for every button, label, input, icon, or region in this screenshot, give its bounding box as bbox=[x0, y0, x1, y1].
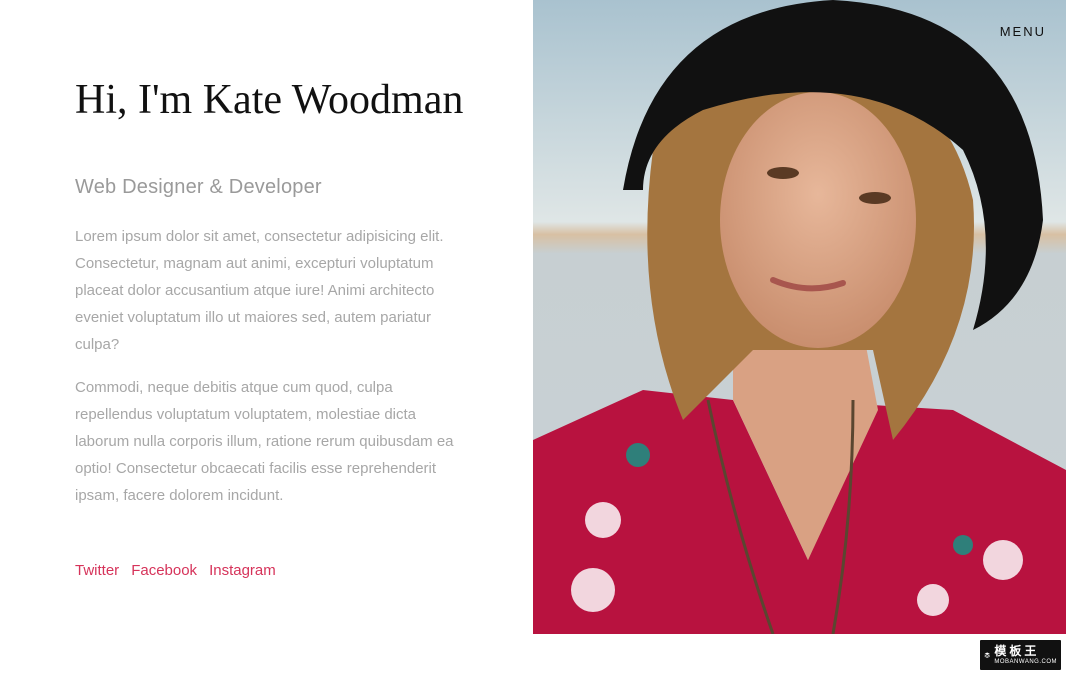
watermark-badge: 模板王 MOBANWANG.COM bbox=[980, 640, 1061, 670]
social-links: Twitter Facebook Instagram bbox=[75, 560, 276, 582]
left-eye bbox=[767, 167, 799, 179]
moban-logo-icon bbox=[984, 652, 990, 658]
right-eye bbox=[859, 192, 891, 204]
instagram-link[interactable]: Instagram bbox=[209, 560, 276, 582]
dress-flower bbox=[917, 584, 949, 616]
dress-flower bbox=[983, 540, 1023, 580]
job-subtitle: Web Designer & Developer bbox=[75, 176, 322, 198]
dress-flower bbox=[571, 568, 615, 612]
dress-flower bbox=[585, 502, 621, 538]
facebook-link[interactable]: Facebook bbox=[131, 560, 197, 582]
dress-leaf bbox=[626, 443, 650, 467]
bio-paragraph-1: Lorem ipsum dolor sit amet, consectetur … bbox=[75, 228, 444, 353]
watermark-url: MOBANWANG.COM bbox=[994, 659, 1057, 665]
portrait-illustration bbox=[533, 0, 1066, 634]
watermark-title: 模板王 bbox=[994, 644, 1040, 658]
twitter-link[interactable]: Twitter bbox=[75, 560, 119, 582]
face-shape bbox=[720, 92, 916, 348]
bio-paragraph-2: Commodi, neque debitis atque cum quod, c… bbox=[75, 379, 454, 504]
portrait-photo: MENU bbox=[533, 0, 1066, 634]
menu-button[interactable]: MENU bbox=[1000, 24, 1046, 39]
page-title: Hi, I'm Kate Woodman bbox=[75, 77, 464, 123]
dress-leaf bbox=[953, 535, 973, 555]
intro-panel: Hi, I'm Kate Woodman Web Designer & Deve… bbox=[0, 0, 533, 674]
